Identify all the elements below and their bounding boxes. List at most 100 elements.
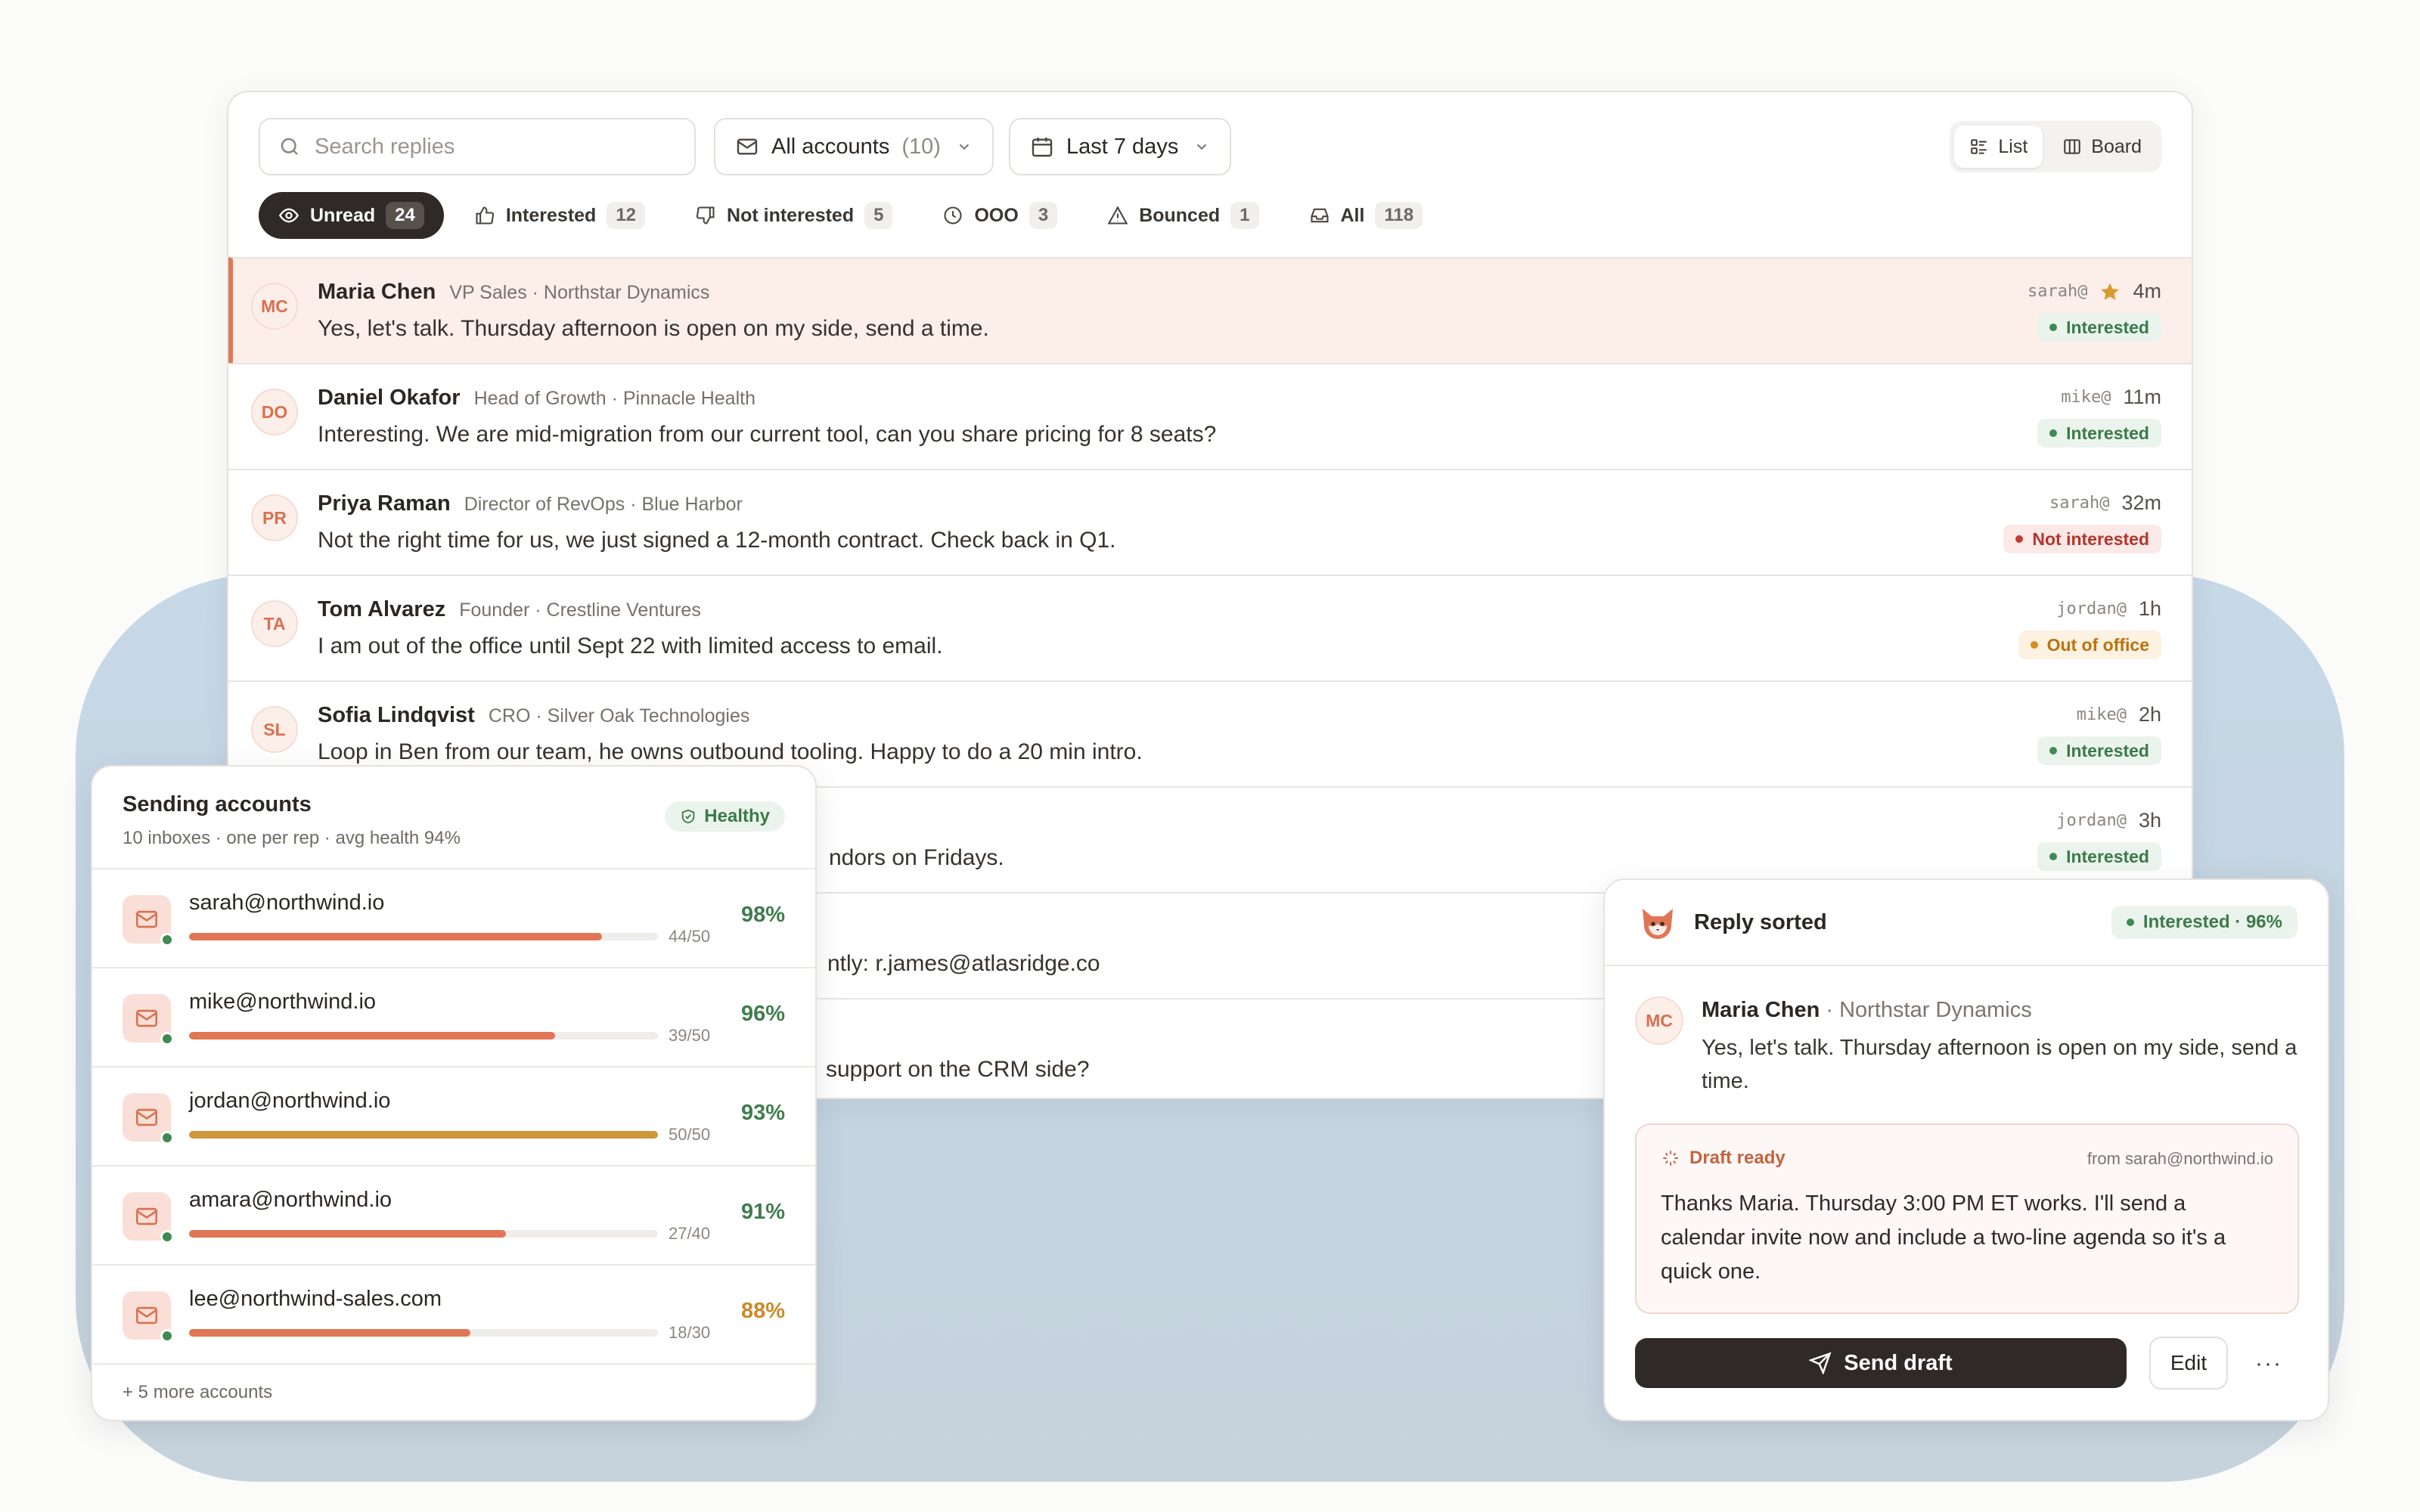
mail-icon [123, 994, 174, 1046]
reply-time: 2h [2138, 703, 2161, 726]
classification-badge: Interested · 96% [2111, 906, 2297, 939]
account-sent-count: 44/50 [669, 927, 711, 946]
draft-sender: from sarah@northwind.io [2086, 1149, 2273, 1168]
health-badge-label: Healthy [704, 806, 770, 826]
account-sent-count: 39/50 [669, 1026, 711, 1045]
reply-sender-name: Priya Raman [318, 491, 451, 516]
more-options-icon[interactable]: ··· [2254, 1349, 2284, 1379]
filter-chips: Unread 24 Interested 12 Not interested 5… [259, 192, 1442, 239]
reply-sender-name: Maria Chen [318, 280, 436, 304]
filter-interested[interactable]: Interested 12 [455, 192, 665, 239]
search-icon [281, 138, 298, 155]
account-email: amara@northwind.io [189, 1188, 392, 1212]
date-range-dropdown[interactable]: Last 7 days [1009, 118, 1232, 175]
account-usage-bar [189, 1230, 658, 1238]
reply-sender-title: Director of RevOps · Blue Harbor [464, 494, 743, 515]
filter-bounced[interactable]: Bounced 1 [1087, 192, 1278, 239]
account-usage-fill [189, 1230, 506, 1238]
reply-card-title: Reply sorted [1694, 910, 1827, 934]
reply-message: Interesting. We are mid-migration from o… [318, 422, 1217, 447]
accounts-list: sarah@northwind.io 44/50 98% mike@northw… [92, 868, 815, 1416]
reply-sender-name: Daniel Okafor [318, 386, 461, 410]
accounts-title: Sending accounts [123, 792, 312, 816]
filter-ooo[interactable]: OOO 3 [923, 192, 1077, 239]
reply-sender-title: VP Sales · Northstar Dynamics [449, 282, 710, 303]
reply-row[interactable]: TA Tom Alvarez Founder · Crestline Ventu… [228, 575, 2192, 680]
reply-row[interactable]: PR Priya Raman Director of RevOps · Blue… [228, 469, 2192, 575]
chevron-down-icon [959, 144, 970, 150]
account-row[interactable]: mike@northwind.io 39/50 96% [92, 967, 815, 1066]
reply-message: I am out of the office until Sept 22 wit… [318, 634, 943, 658]
mail-icon [123, 1192, 174, 1244]
avatar: MC [1635, 996, 1683, 1045]
reply-time: 3h [2138, 809, 2161, 832]
chevron-down-icon [1197, 144, 1207, 150]
avatar: TA [251, 600, 298, 647]
filter-not-interested[interactable]: Not interested 5 [675, 192, 912, 239]
reply-message: Loop in Ben from our team, he owns outbo… [318, 739, 1143, 764]
view-board-label: Board [2091, 135, 2142, 157]
thumbs-up-icon [476, 206, 494, 225]
warning-icon [1107, 206, 1128, 225]
draft-text[interactable]: Thanks Maria. Thursday 3:00 PM ET works.… [1661, 1187, 2266, 1289]
filter-unread[interactable]: Unread 24 [259, 192, 444, 239]
sender-company: · Northstar Dynamics [1826, 998, 2032, 1022]
filter-label: OOO [974, 204, 1019, 226]
status-badge: Interested [2037, 736, 2161, 765]
filter-count: 5 [864, 202, 893, 229]
view-board-button[interactable]: Board [2047, 125, 2157, 168]
reply-row[interactable]: DO Daniel Okafor Head of Growth · Pinnac… [228, 363, 2192, 469]
reply-sender-title: Head of Growth · Pinnacle Health [473, 388, 755, 409]
account-health: 88% [740, 1299, 785, 1323]
avatar: SL [251, 706, 298, 753]
status-label: Interested [2066, 423, 2149, 443]
account-row[interactable]: amara@northwind.io 27/40 91% [92, 1165, 815, 1264]
send-draft-button[interactable]: Send draft [1635, 1338, 2127, 1388]
thumbs-down-icon [696, 206, 715, 225]
reply-message: Yes, let's talk. Thursday afternoon is o… [318, 316, 989, 341]
search-input[interactable]: Search replies [259, 118, 696, 175]
status-label: Out of office [2046, 634, 2149, 655]
account-row[interactable]: jordan@northwind.io 50/50 93% [92, 1066, 815, 1165]
star-icon[interactable] [2099, 281, 2121, 302]
account-health: 96% [740, 1002, 785, 1026]
account-usage-fill [189, 1329, 470, 1337]
board-icon [2064, 139, 2081, 154]
account-row[interactable]: sarah@northwind.io 44/50 98% [92, 868, 815, 967]
view-list-button[interactable]: List [1954, 125, 2043, 168]
send-icon [1809, 1352, 1832, 1374]
filter-all[interactable]: All 118 [1289, 192, 1443, 239]
reply-inbox: sarah@ [2028, 282, 2088, 301]
filter-count: 1 [1230, 202, 1259, 229]
edit-button[interactable]: Edit [2149, 1337, 2228, 1390]
send-draft-label: Send draft [1844, 1350, 1953, 1375]
date-range-label: Last 7 days [1066, 134, 1179, 159]
account-usage-bar [189, 1131, 658, 1139]
reply-row[interactable]: MC Maria Chen VP Sales · Northstar Dynam… [228, 257, 2192, 363]
more-accounts-link[interactable]: + 5 more accounts [123, 1382, 272, 1403]
filter-label: Not interested [727, 204, 855, 226]
avatar: MC [251, 283, 298, 330]
mail-icon [123, 1291, 174, 1343]
online-indicator [160, 1329, 174, 1343]
mail-icon [737, 138, 758, 155]
status-badge: Interested [2037, 842, 2161, 871]
reply-message: ntly: r.james@atlasridge.co [827, 951, 1100, 976]
status-badge: Not interested [2003, 525, 2161, 553]
account-email: mike@northwind.io [189, 990, 377, 1014]
sending-accounts-card: Sending accounts 10 inboxes · one per re… [91, 765, 817, 1421]
filter-count: 118 [1375, 202, 1423, 229]
account-health: 91% [740, 1200, 785, 1224]
avatar: DO [251, 389, 298, 435]
sender-name: Maria Chen [1702, 998, 1820, 1022]
account-row[interactable]: lee@northwind-sales.com 18/30 88% [92, 1264, 815, 1363]
draft-panel: Draft ready from sarah@northwind.io Than… [1635, 1123, 2299, 1314]
account-sent-count: 27/40 [669, 1224, 711, 1243]
online-indicator [160, 1032, 174, 1046]
online-indicator [160, 933, 174, 947]
account-health: 93% [740, 1101, 785, 1125]
draft-label-text: Draft ready [1689, 1148, 1786, 1168]
account-email: jordan@northwind.io [189, 1089, 391, 1113]
accounts-dropdown[interactable]: All accounts (10) [714, 118, 994, 175]
account-usage-bar [189, 1032, 658, 1040]
